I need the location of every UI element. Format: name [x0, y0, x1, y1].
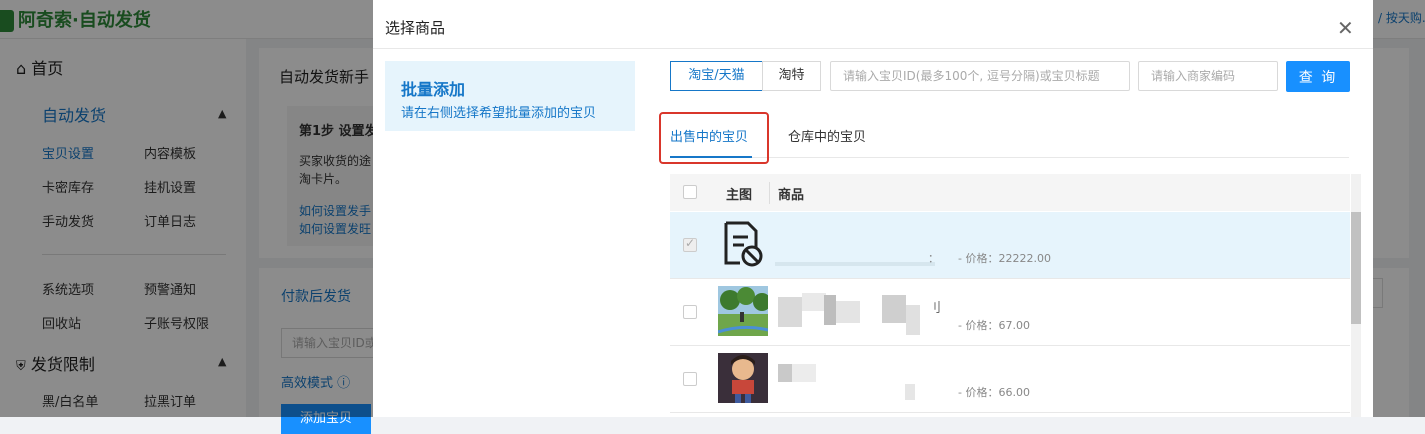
no-image-icon: [718, 219, 768, 269]
select-product-modal: 选择商品 ✕ 批量添加 请在右侧选择希望批量添加的宝贝 淘宝/天猫 淘特 查 询…: [373, 0, 1373, 417]
platform-tab-taote[interactable]: 淘特: [762, 61, 821, 91]
blurred-product-title: [778, 297, 802, 327]
product-id-search-input[interactable]: [830, 61, 1130, 91]
scrollbar-thumb[interactable]: [1351, 212, 1361, 324]
blurred-product-title: [775, 262, 935, 266]
batch-add-panel[interactable]: 批量添加 请在右侧选择希望批量添加的宝贝: [385, 61, 635, 131]
merchant-code-input[interactable]: [1138, 61, 1278, 91]
product-name-tail: ：: [928, 252, 939, 265]
blurred-product-title: [836, 301, 860, 323]
blurred-product-title: [778, 364, 792, 382]
product-price: - 价格：67.00: [958, 319, 1030, 332]
query-button[interactable]: 查 询: [1286, 61, 1350, 92]
table-row[interactable]: - 价格：66.00: [670, 346, 1350, 413]
tab-in-warehouse[interactable]: 仓库中的宝贝: [788, 126, 866, 145]
product-name-tail: 刂: [928, 301, 942, 316]
column-header-image: 主图: [726, 188, 753, 203]
select-all-checkbox[interactable]: [683, 185, 697, 199]
batch-add-subtitle: 请在右侧选择希望批量添加的宝贝: [401, 106, 597, 121]
row-checkbox[interactable]: [683, 305, 697, 319]
row-checkbox[interactable]: [683, 372, 697, 386]
product-photo: [717, 286, 771, 336]
column-separator: [769, 182, 770, 204]
batch-add-title: 批量添加: [401, 80, 466, 99]
tabs-divider: [670, 157, 1349, 158]
column-header-product: 商品: [778, 188, 805, 203]
modal-title: 选择商品: [385, 19, 446, 37]
close-icon[interactable]: ✕: [1337, 16, 1354, 40]
blurred-product-title: [906, 305, 920, 335]
blurred-product-title: [905, 384, 915, 400]
table-header: 主图 商品: [670, 174, 1350, 211]
product-price: - 价格：22222.00: [958, 252, 1051, 265]
blurred-product-title: [824, 295, 836, 325]
row-checkbox[interactable]: [683, 236, 697, 252]
table-row[interactable]: ： - 价格：22222.00: [670, 212, 1350, 279]
modal-divider: [373, 48, 1373, 49]
product-price: - 价格：66.00: [958, 386, 1030, 399]
blurred-product-title: [882, 295, 906, 323]
annotation-highlight-box: [659, 112, 769, 164]
blurred-product-title: [802, 293, 826, 311]
table-scrollbar[interactable]: [1351, 174, 1361, 417]
table-row[interactable]: 刂 - 价格：67.00: [670, 279, 1350, 346]
blurred-product-title: [792, 364, 816, 382]
product-photo: [718, 353, 768, 403]
platform-tab-taobao[interactable]: 淘宝/天猫: [670, 61, 763, 91]
